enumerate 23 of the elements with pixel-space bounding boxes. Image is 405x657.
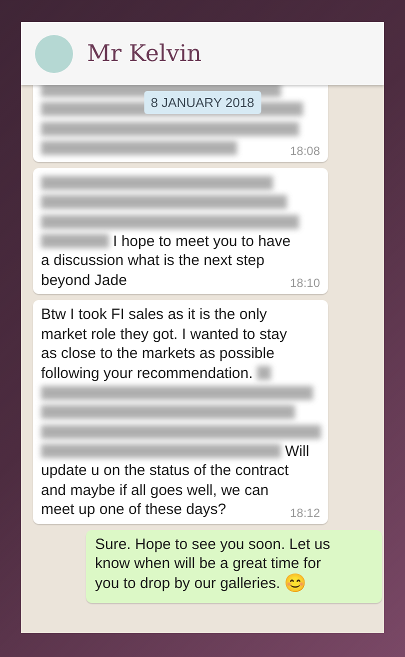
- message-time: 18:12: [290, 506, 320, 520]
- message-text: following your recommendation.: [41, 364, 253, 382]
- date-label: 8 JANUARY 2018: [144, 91, 262, 114]
- message-time: 18:08: [290, 144, 320, 158]
- message-text: Will: [285, 442, 310, 460]
- message-text: Btw I took FI sales as it is the only: [41, 306, 267, 324]
- avatar[interactable]: [35, 34, 73, 72]
- message-time: 18:10: [290, 276, 320, 290]
- message-text: as close to the markets as possible: [41, 345, 274, 362]
- redacted-text: [256, 366, 271, 380]
- message-text: update u on the status of the contract: [41, 462, 289, 480]
- message-text: I hope to meet you to have: [113, 232, 291, 250]
- contact-name: Mr Kelvin: [87, 40, 202, 66]
- message-text: beyond Jade: [41, 272, 127, 289]
- redacted-text: [41, 234, 109, 248]
- message-text: know when will be a great time for: [95, 555, 321, 572]
- message-text: meet up one of these days?: [41, 501, 226, 518]
- message-text: market role they got. I wanted to stay: [41, 326, 287, 343]
- message-text: Sure. Hope to see you soon. Let us: [95, 536, 330, 553]
- message-text: and maybe if all goes well, we can: [41, 482, 269, 499]
- smiley-emoji: 😊: [284, 573, 306, 594]
- message-text: you to drop by our galleries.: [95, 574, 280, 592]
- message-text: a discussion what is the next step: [41, 252, 264, 270]
